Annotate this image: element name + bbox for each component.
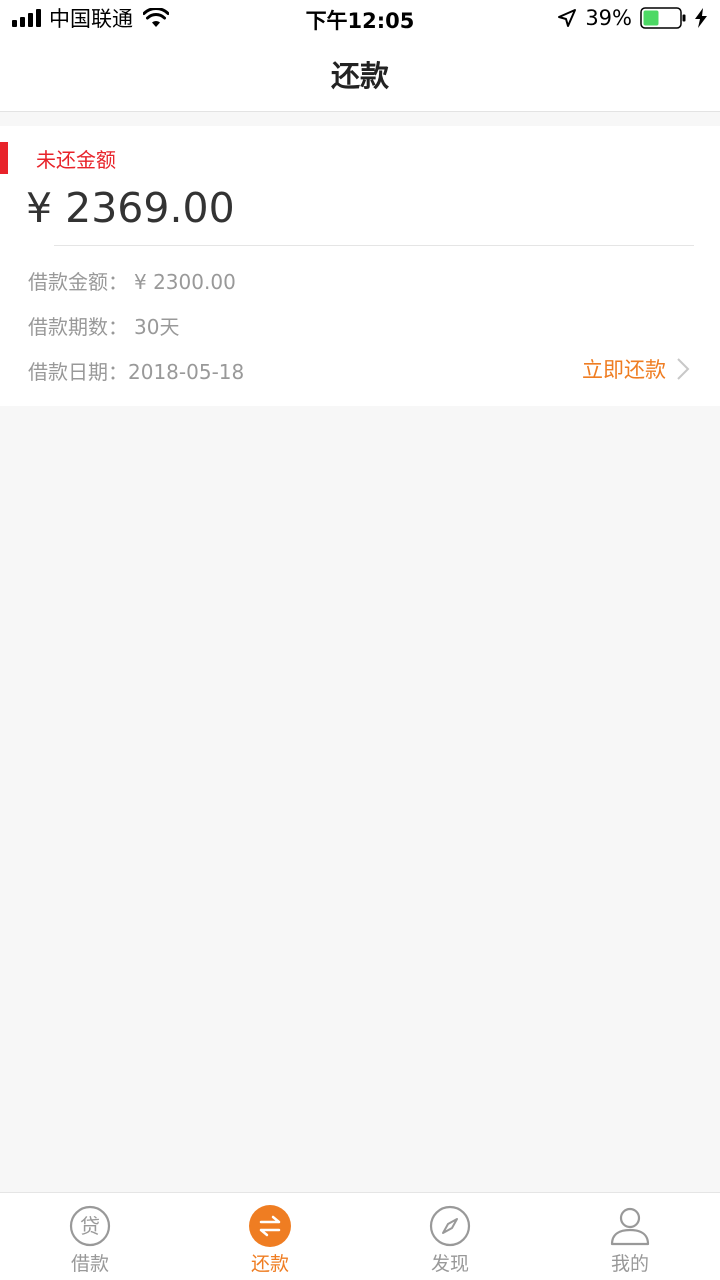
- loan-amount-label: 借款金额：: [28, 270, 128, 294]
- loan-icon: 贷: [69, 1205, 111, 1247]
- outstanding-amount: ¥ 2369.00: [26, 184, 235, 232]
- tab-repay-label: 还款: [250, 1253, 289, 1275]
- card-marker: [0, 142, 8, 174]
- status-right: 39%: [557, 6, 708, 30]
- loan-amount-value: ¥ 2300.00: [134, 270, 236, 294]
- compass-icon: [429, 1205, 471, 1247]
- outstanding-label: 未还金额: [36, 148, 116, 172]
- repay-now-label: 立即还款: [582, 358, 666, 382]
- loan-amount-row: 借款金额： ¥ 2300.00: [28, 266, 236, 295]
- status-bar: 中国联通 下午12:05 39%: [0, 0, 720, 36]
- page-title: 还款: [330, 58, 389, 93]
- battery-icon: [640, 7, 686, 29]
- tab-discover[interactable]: 发现: [360, 1193, 540, 1280]
- tab-loan-label: 借款: [70, 1253, 109, 1275]
- svg-text:贷: 贷: [80, 1214, 100, 1238]
- tab-mine-label: 我的: [610, 1253, 649, 1275]
- tab-mine[interactable]: 我的: [540, 1193, 720, 1280]
- nav-bar: 还款: [0, 36, 720, 112]
- loan-term-row: 借款期数： 30天: [28, 311, 179, 340]
- repay-now-button[interactable]: 立即还款: [582, 354, 690, 384]
- card-divider: [54, 245, 694, 246]
- charging-icon: [695, 8, 707, 28]
- loan-date-value: 2018-05-18: [128, 360, 245, 384]
- repayment-card: 未还金额 ¥ 2369.00 借款金额： ¥ 2300.00 借款期数： 30天 借…: [0, 126, 720, 406]
- battery-percent: 39%: [585, 6, 632, 30]
- tab-discover-label: 发现: [430, 1253, 469, 1275]
- tab-loan[interactable]: 贷 借款: [0, 1193, 180, 1280]
- tab-bar: 贷 借款 还款 发现 我的: [0, 1192, 720, 1280]
- user-icon: [610, 1207, 650, 1246]
- loan-term-value: 30天: [134, 315, 180, 339]
- chevron-right-icon: [677, 358, 690, 380]
- loan-term-label: 借款期数：: [28, 315, 128, 339]
- loan-date-label: 借款日期：: [28, 360, 128, 384]
- location-icon: [558, 9, 577, 27]
- tab-repay[interactable]: 还款: [180, 1193, 360, 1280]
- repay-icon: [249, 1205, 291, 1247]
- loan-date-row: 借款日期：2018-05-18: [28, 356, 244, 385]
